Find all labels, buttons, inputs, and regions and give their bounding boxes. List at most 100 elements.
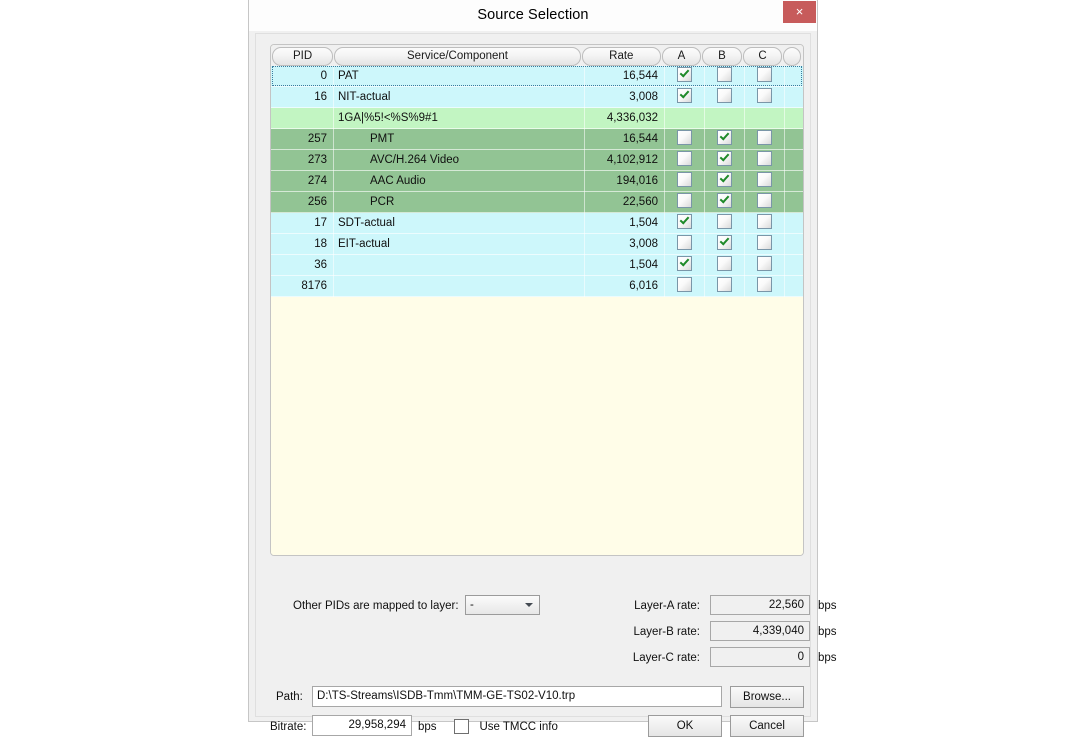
table-row[interactable]: 8176 6,016 <box>271 275 803 297</box>
checkbox-icon-layer-b[interactable] <box>717 213 732 229</box>
path-input[interactable]: D:\TS-Streams\ISDB-Tmm\TMM-GE-TS02-V10.t… <box>312 686 722 707</box>
checkbox-icon-layer-b[interactable] <box>717 150 732 166</box>
bitrate-input[interactable]: 29,958,294 <box>312 715 412 736</box>
layer-b-rate-field[interactable]: 4,339,040 <box>710 621 810 641</box>
table-row[interactable]: 16 NIT-actual 3,008 <box>271 86 803 108</box>
cell-layer-c[interactable] <box>745 254 785 276</box>
column-header-rate[interactable]: Rate <box>581 47 661 66</box>
column-header-a[interactable]: A <box>661 47 702 66</box>
checkbox-icon-layer-b[interactable] <box>717 171 732 187</box>
cell-layer-b[interactable] <box>705 233 745 255</box>
table-row[interactable]: 257 PMT 16,544 <box>271 128 803 150</box>
source-list[interactable]: PID Service/Component Rate A B C 0 PAT 16,… <box>270 44 804 556</box>
table-row[interactable]: 36 1,504 <box>271 254 803 276</box>
cell-layer-a <box>665 107 705 129</box>
checkbox-icon-layer-b[interactable] <box>717 255 732 271</box>
table-row[interactable]: 1GA|%5!<%S%9#1 4,336,032 <box>271 107 803 129</box>
checkbox-icon-layer-c[interactable] <box>757 171 772 187</box>
cell-layer-b[interactable] <box>705 128 745 150</box>
cell-layer-c[interactable] <box>745 149 785 171</box>
cell-layer-c[interactable] <box>745 191 785 213</box>
cell-layer-c[interactable] <box>745 128 785 150</box>
cell-layer-b[interactable] <box>705 149 745 171</box>
checkbox-icon-layer-a[interactable] <box>677 213 692 229</box>
checkbox-icon-layer-c[interactable] <box>757 234 772 250</box>
checkbox-icon-layer-a[interactable] <box>677 87 692 103</box>
checkbox-icon-layer-a[interactable] <box>677 234 692 250</box>
checkbox-icon-layer-b[interactable] <box>717 276 732 292</box>
cell-layer-c[interactable] <box>745 86 785 108</box>
cell-layer-c[interactable] <box>745 212 785 234</box>
cell-layer-a[interactable] <box>665 86 705 108</box>
cell-layer-c[interactable] <box>745 65 785 87</box>
cell-service: 1GA|%5!<%S%9#1 <box>334 107 585 129</box>
column-header-c[interactable]: C <box>742 47 783 66</box>
cell-layer-c[interactable] <box>745 275 785 297</box>
cell-layer-c[interactable] <box>745 170 785 192</box>
cell-pid: 256 <box>271 191 334 213</box>
checkbox-icon-layer-a[interactable] <box>677 192 692 208</box>
cell-layer-c[interactable] <box>745 233 785 255</box>
column-header-service[interactable]: Service/Component <box>334 47 581 66</box>
use-tmcc-checkbox[interactable]: Use TMCC info <box>454 718 558 736</box>
checkbox-icon-layer-a[interactable] <box>677 129 692 145</box>
cell-layer-a[interactable] <box>665 65 705 87</box>
checkbox-icon-layer-b[interactable] <box>717 87 732 103</box>
cell-layer-b[interactable] <box>705 212 745 234</box>
checkbox-icon-layer-b[interactable] <box>717 129 732 145</box>
cell-layer-b[interactable] <box>705 191 745 213</box>
checkbox-icon-layer-a[interactable] <box>677 255 692 271</box>
chevron-down-icon <box>525 603 533 607</box>
table-row[interactable]: 17 SDT-actual 1,504 <box>271 212 803 234</box>
cell-layer-a[interactable] <box>665 254 705 276</box>
cell-layer-a[interactable] <box>665 191 705 213</box>
checkbox-icon-layer-a[interactable] <box>677 171 692 187</box>
cell-layer-b[interactable] <box>705 65 745 87</box>
cell-layer-a[interactable] <box>665 212 705 234</box>
cell-layer-a[interactable] <box>665 128 705 150</box>
cancel-button[interactable]: Cancel <box>730 715 804 737</box>
cell-layer-b[interactable] <box>705 254 745 276</box>
cell-layer-b[interactable] <box>705 275 745 297</box>
cell-pid <box>271 107 334 129</box>
ok-button[interactable]: OK <box>648 715 722 737</box>
layer-a-rate-field[interactable]: 22,560 <box>710 595 810 615</box>
checkbox-icon-layer-a[interactable] <box>677 276 692 292</box>
checkbox-icon-layer-c[interactable] <box>757 129 772 145</box>
cell-layer-b[interactable] <box>705 86 745 108</box>
checkbox-icon-layer-a[interactable] <box>677 66 692 82</box>
close-icon[interactable]: × <box>783 1 816 23</box>
checkbox-icon-layer-a[interactable] <box>677 150 692 166</box>
layer-c-rate-field[interactable]: 0 <box>710 647 810 667</box>
cell-spacer <box>785 276 803 297</box>
checkbox-icon-layer-c[interactable] <box>757 276 772 292</box>
cell-pid: 0 <box>271 65 334 87</box>
cell-layer-a[interactable] <box>665 233 705 255</box>
column-header-b[interactable]: B <box>702 47 742 66</box>
cell-spacer <box>785 87 803 108</box>
table-row[interactable]: 18 EIT-actual 3,008 <box>271 233 803 255</box>
cell-service: SDT-actual <box>334 212 585 234</box>
checkbox-icon-layer-c[interactable] <box>757 66 772 82</box>
dialog-panel: PID Service/Component Rate A B C 0 PAT 16,… <box>255 33 837 737</box>
checkbox-icon-layer-c[interactable] <box>757 87 772 103</box>
layer-c-bps-label: bps <box>818 652 837 664</box>
checkbox-icon-layer-b[interactable] <box>717 192 732 208</box>
cell-layer-b[interactable] <box>705 170 745 192</box>
table-row[interactable]: 256 PCR 22,560 <box>271 191 803 213</box>
table-row[interactable]: 274 AAC Audio 194,016 <box>271 170 803 192</box>
column-header-pid[interactable]: PID <box>272 47 334 66</box>
checkbox-icon-layer-b[interactable] <box>717 234 732 250</box>
checkbox-icon-layer-c[interactable] <box>757 255 772 271</box>
checkbox-icon-layer-c[interactable] <box>757 150 772 166</box>
checkbox-icon-layer-b[interactable] <box>717 66 732 82</box>
cell-layer-a[interactable] <box>665 170 705 192</box>
table-row[interactable]: 0 PAT 16,544 <box>271 65 803 87</box>
checkbox-icon-layer-c[interactable] <box>757 213 772 229</box>
layer-select[interactable]: - <box>465 595 540 615</box>
checkbox-icon-layer-c[interactable] <box>757 192 772 208</box>
table-row[interactable]: 273 AVC/H.264 Video 4,102,912 <box>271 149 803 171</box>
browse-button[interactable]: Browse... <box>730 686 804 708</box>
cell-layer-a[interactable] <box>665 149 705 171</box>
cell-layer-a[interactable] <box>665 275 705 297</box>
